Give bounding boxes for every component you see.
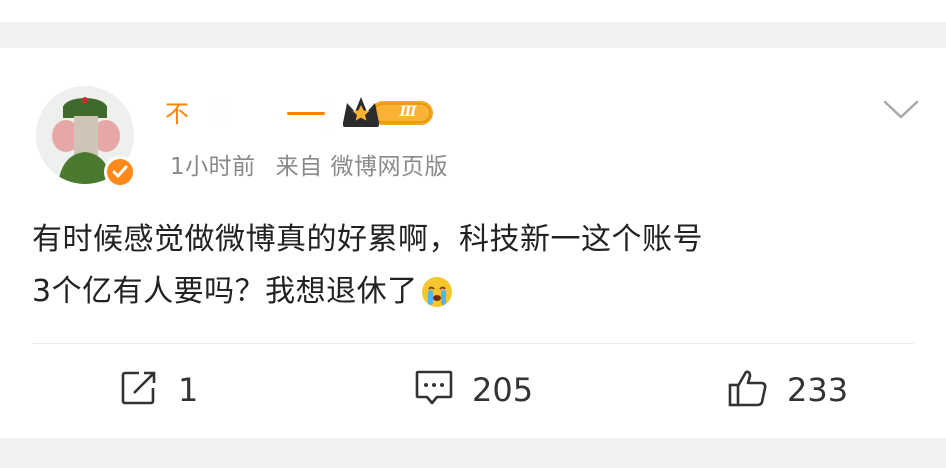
- post-source: 来自 微博网页版: [275, 154, 448, 180]
- crying-face-icon: [420, 274, 454, 326]
- feed-separator-bottom: [0, 438, 946, 468]
- post-content: 有时候感觉做微博真的好累啊，科技新一这个账号 3个亿有人要吗？我想退休了: [32, 214, 912, 326]
- thumbs-up-icon: [727, 368, 769, 412]
- comment-button[interactable]: 205: [414, 368, 533, 412]
- post-meta: 1小时前 来自 微博网页版: [170, 150, 448, 184]
- chevron-down-icon[interactable]: [882, 98, 920, 126]
- member-level-label: Ⅲ: [399, 104, 417, 120]
- repost-count: 1: [178, 371, 199, 409]
- comment-icon: [414, 369, 454, 411]
- post-text-line-2: 3个亿有人要吗？我想退休了: [32, 274, 418, 309]
- author-name[interactable]: 不: [165, 97, 189, 131]
- feed-separator-top: [0, 22, 946, 48]
- like-count: 233: [787, 371, 849, 409]
- author-name-text: 不: [165, 100, 189, 128]
- verified-badge-icon: [104, 156, 136, 188]
- post-time[interactable]: 1小时前: [170, 154, 256, 180]
- post-text-line-1: 有时候感觉做微博真的好累啊，科技新一这个账号: [32, 222, 703, 257]
- actions-divider: [32, 343, 914, 344]
- comment-count: 205: [472, 371, 534, 409]
- repost-icon: [120, 370, 160, 410]
- repost-button[interactable]: 1: [120, 368, 198, 412]
- author-name-fragment: [287, 112, 325, 115]
- like-button[interactable]: 233: [727, 368, 848, 412]
